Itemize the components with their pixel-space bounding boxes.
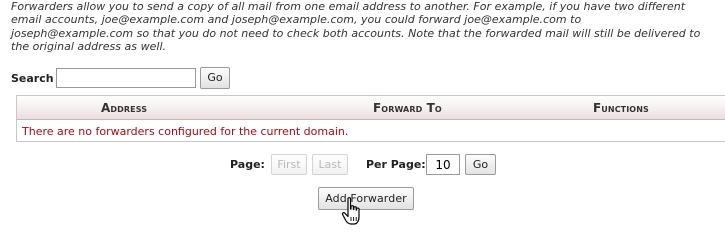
column-header-forward-to[interactable]: Forward To <box>373 101 442 115</box>
last-page-button[interactable]: Last <box>312 154 348 175</box>
per-page-label: Per Page: <box>366 158 426 171</box>
description-line: Forwarders allow you to send a copy of a… <box>11 0 686 13</box>
search-go-button[interactable]: Go <box>200 67 230 89</box>
column-header-functions: Functions <box>593 101 649 115</box>
table-header: Address Forward To Functions <box>17 96 725 120</box>
search-label: Search <box>11 72 54 85</box>
pagination-bar: Page: First Last Per Page: Go <box>0 154 725 176</box>
forwarders-description: Forwarders allow you to send a copy of a… <box>11 0 725 54</box>
description-line: email accounts, joe@example.com and jose… <box>11 13 582 27</box>
column-header-address[interactable]: Address <box>101 101 147 115</box>
description-line: joseph@example.com so that you do not ne… <box>11 26 701 40</box>
per-page-go-button[interactable]: Go <box>465 154 496 175</box>
per-page-input[interactable] <box>426 154 460 175</box>
search-input[interactable] <box>56 68 196 88</box>
empty-table-message: There are no forwarders configured for t… <box>22 125 349 138</box>
first-page-button[interactable]: First <box>271 154 307 175</box>
description-line: the original address as well. <box>11 40 167 54</box>
page-label: Page: <box>230 158 265 171</box>
add-forwarder-button[interactable]: Add Forwarder <box>318 187 414 210</box>
forwarders-table: Address Forward To Functions There are n… <box>16 95 725 142</box>
